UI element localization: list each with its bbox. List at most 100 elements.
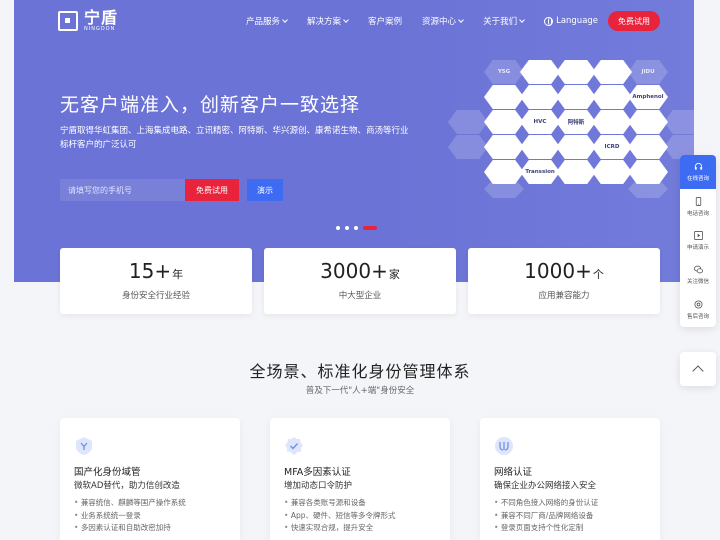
nav-item-cases[interactable]: 客户案例 <box>368 15 402 27</box>
language-switch[interactable]: Language <box>544 16 598 26</box>
side-item-support[interactable]: 售后咨询 <box>680 293 716 327</box>
wechat-icon <box>693 266 703 274</box>
customer-logo <box>592 85 632 109</box>
list-item: 兼容不同厂商/品牌网络设备 <box>494 510 598 523</box>
chevron-down-icon <box>519 17 525 23</box>
stat-number: 15+ <box>128 259 172 283</box>
section-title: 全场景、标准化身份管理体系 <box>249 362 471 381</box>
globe-icon <box>544 16 554 26</box>
card-title: 国产化身份域管 <box>74 467 141 478</box>
customer-logo <box>556 135 596 159</box>
list-item: 多因素认证和自助改密加持 <box>74 522 186 535</box>
customer-logo <box>448 110 488 134</box>
carousel-dot[interactable] <box>345 226 349 230</box>
stat-card-enterprises: 3000+家 中大型企业 <box>264 248 456 314</box>
customer-logo-cluster: Y5G JIDU Amphenol HVC 阿特斯 ICRD Transsion <box>444 56 694 198</box>
section-subtitle: 普及下一代"人+端"身份安全 <box>305 386 415 396</box>
phone-icon <box>695 196 701 206</box>
customer-logo <box>484 180 524 198</box>
card-title: 网络认证 <box>494 467 533 478</box>
nav-item-resources[interactable]: 资源中心 <box>422 15 464 27</box>
customer-logo <box>556 60 596 84</box>
stat-number: 3000+ <box>320 259 388 283</box>
carousel-dot[interactable] <box>354 226 358 230</box>
customer-logo <box>592 60 632 84</box>
stat-card-experience: 15+年 身份安全行业经验 <box>60 248 252 314</box>
customer-logo: JIDU <box>628 60 668 84</box>
side-item-wechat[interactable]: 关注微信 <box>680 258 716 292</box>
carousel-dot[interactable] <box>336 226 340 230</box>
card-title: MFA多因素认证 <box>284 467 351 478</box>
customer-logo: ICRD <box>592 135 632 159</box>
stat-label: 应用兼容能力 <box>538 291 590 301</box>
list-item: App、硬件、短信等多令牌形式 <box>284 510 396 523</box>
chevron-down-icon <box>343 17 349 23</box>
stat-number: 1000+ <box>524 259 592 283</box>
card-subtitle: 增加动态口令防护 <box>284 481 353 491</box>
customer-logo <box>556 160 596 184</box>
customer-logo <box>520 135 560 159</box>
feature-card-mfa[interactable]: MFA多因素认证 增加动态口令防护 兼容各类账号源和设备 App、硬件、短信等多… <box>270 418 450 540</box>
feature-card-network[interactable]: 网络认证 确保企业办公网络接入安全 不同角色接入网络的身份认证 兼容不同厂商/品… <box>480 418 660 540</box>
top-nav: 宁盾 NINGDON 产品服务 解决方案 客户案例 资源中心 关于我们 Lang… <box>14 0 694 42</box>
carousel-dot-active[interactable] <box>363 226 377 230</box>
chevron-down-icon <box>282 17 288 23</box>
customer-logo <box>592 110 632 134</box>
customer-logo <box>484 135 524 159</box>
nav-item-products[interactable]: 产品服务 <box>246 15 288 27</box>
customer-logo <box>484 110 524 134</box>
feature-card-domain[interactable]: 国产化身份域管 微软AD替代，助力信创改造 兼容统信、麒麟等国产操作系统 业务系… <box>60 418 240 540</box>
customer-logo: Y5G <box>484 60 524 84</box>
support-icon <box>693 300 703 309</box>
stat-label: 中大型企业 <box>338 291 382 301</box>
customer-logo <box>520 85 560 109</box>
nav-trial-button[interactable]: 免费试用 <box>608 11 660 31</box>
stat-unit: 家 <box>388 268 400 281</box>
nav-item-solutions[interactable]: 解决方案 <box>307 15 349 27</box>
list-item: 不同角色接入网络的身份认证 <box>494 497 599 510</box>
play-icon <box>693 231 703 240</box>
side-item-phone[interactable]: 电话咨询 <box>680 189 716 223</box>
stat-label: 身份安全行业经验 <box>121 291 190 301</box>
card-subtitle: 微软AD替代，助力信创改造 <box>74 481 180 491</box>
customer-logo: HVC <box>520 110 560 134</box>
nav-item-about[interactable]: 关于我们 <box>483 15 525 27</box>
network-icon <box>495 437 513 455</box>
stat-unit: 年 <box>172 268 184 281</box>
customer-logo <box>556 85 596 109</box>
demo-button[interactable]: 演示 <box>247 179 283 201</box>
hero-description: 宁盾取得华虹集团、上海集成电路、立讯精密、阿特斯、华兴源创、康希诺生物、商汤等行… <box>60 126 409 150</box>
customer-logo <box>448 135 488 159</box>
logo-mark-icon <box>58 11 78 31</box>
card-subtitle: 确保企业办公网络接入安全 <box>494 481 597 491</box>
nav-menu: 产品服务 解决方案 客户案例 资源中心 关于我们 Language <box>246 0 618 42</box>
check-badge-icon <box>285 437 303 455</box>
customer-logo: Transsion <box>520 160 560 184</box>
customer-logo <box>628 135 668 159</box>
logo-en: NINGDON <box>84 26 116 32</box>
customer-logo <box>520 60 560 84</box>
card-feature-list: 兼容各类账号源和设备 App、硬件、短信等多令牌形式 快速实现合规，提升安全 <box>284 497 396 535</box>
side-toolbar: 在线咨询 电话咨询 申请演示 关注微信 售后咨询 <box>680 155 716 327</box>
shield-y-icon <box>76 437 92 455</box>
customer-logo <box>592 160 632 184</box>
customer-logo <box>484 85 524 109</box>
list-item: 登录页面支持个性化定制 <box>494 522 598 535</box>
card-feature-list: 不同角色接入网络的身份认证 兼容不同厂商/品牌网络设备 登录页面支持个性化定制 <box>494 497 599 535</box>
side-item-online-consult[interactable]: 在线咨询 <box>680 155 716 190</box>
stat-card-apps: 1000+个 应用兼容能力 <box>468 248 660 314</box>
phone-input[interactable] <box>60 179 185 201</box>
customer-logo: Amphenol <box>628 85 668 109</box>
customer-logo: 阿特斯 <box>556 110 596 134</box>
list-item: 快速实现合规，提升安全 <box>284 522 395 535</box>
hero-trial-button[interactable]: 免费试用 <box>185 179 239 201</box>
chevron-down-icon <box>458 17 464 23</box>
headset-icon <box>694 163 702 170</box>
hero-title: 无客户端准入，创新客户一致选择 <box>60 94 361 116</box>
carousel-dots <box>336 226 382 230</box>
list-item: 兼容统信、麒麟等国产操作系统 <box>74 497 186 510</box>
stat-unit: 个 <box>592 268 604 281</box>
side-item-demo[interactable]: 申请演示 <box>680 224 716 258</box>
customer-logo <box>664 110 694 134</box>
logo[interactable]: 宁盾 NINGDON <box>58 10 118 32</box>
